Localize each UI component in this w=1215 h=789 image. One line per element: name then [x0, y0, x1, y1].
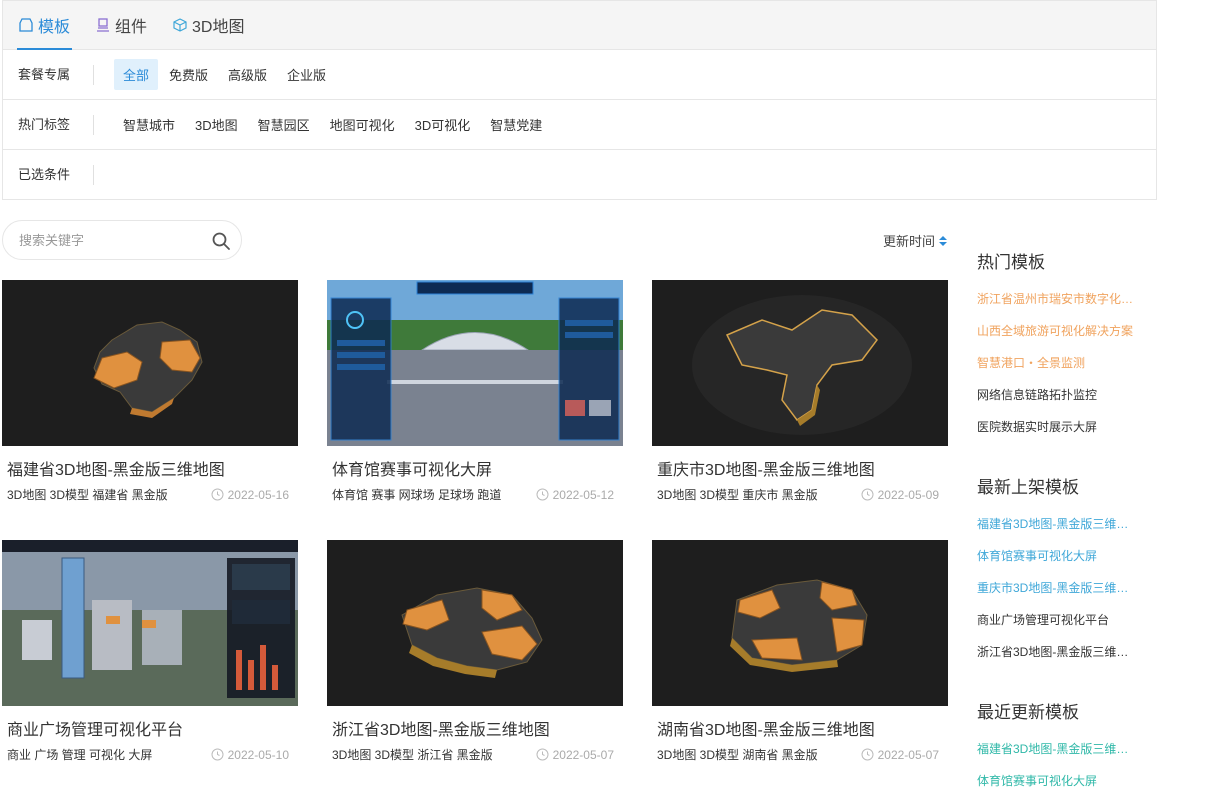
- template-card[interactable]: 湖南省3D地图-黑金版三维地图 3D地图 3D模型 湖南省 黑金版 2022-0…: [652, 540, 948, 763]
- card-title: 浙江省3D地图-黑金版三维地图: [332, 722, 550, 739]
- card-date: 2022-05-09: [877, 487, 939, 502]
- template-card[interactable]: 商业广场管理可视化平台 商业 广场 管理 可视化 大屏 2022-05-10: [2, 540, 298, 763]
- template-card[interactable]: 福建省3D地图-黑金版三维地图 3D地图 3D模型 福建省 黑金版 2022-0…: [2, 280, 298, 503]
- package-option-all[interactable]: 全部: [114, 59, 159, 90]
- sidebar: 热门模板 浙江省温州市瑞安市数字化大屏 山西全域旅游可视化解决方案 智慧港口・全…: [977, 248, 1207, 789]
- latest-templates-title: 最新上架模板: [977, 478, 1079, 497]
- recent-updated-title: 最近更新模板: [977, 703, 1079, 722]
- card-title: 福建省3D地图-黑金版三维地图: [7, 462, 225, 479]
- search-input[interactable]: [19, 232, 199, 248]
- latest-template-item[interactable]: 重庆市3D地图-黑金版三维地图: [977, 572, 1137, 604]
- tab-3d-map-label: 3D地图: [192, 19, 245, 36]
- card-date: 2022-05-07: [877, 747, 939, 762]
- template-card[interactable]: 重庆市3D地图-黑金版三维地图 3D地图 3D模型 重庆市 黑金版 2022-0…: [652, 280, 948, 503]
- card-thumbnail: [652, 280, 948, 446]
- card-title: 商业广场管理可视化平台: [7, 722, 184, 739]
- card-title: 重庆市3D地图-黑金版三维地图: [657, 462, 875, 479]
- latest-template-item[interactable]: 福建省3D地图-黑金版三维地图: [977, 508, 1137, 540]
- tag-map-visualization[interactable]: 地图可视化: [321, 109, 404, 140]
- card-date: 2022-05-10: [227, 747, 289, 762]
- tag-smart-city[interactable]: 智慧城市: [114, 109, 184, 140]
- latest-template-item[interactable]: 体育馆赛事可视化大屏: [977, 540, 1137, 572]
- filter-row-package: 套餐专属 全部 免费版 高级版 企业版: [3, 50, 1156, 100]
- hot-templates-title: 热门模板: [977, 253, 1045, 272]
- package-option-free[interactable]: 免费版: [160, 59, 217, 90]
- card-thumbnail: [652, 540, 948, 706]
- tab-component[interactable]: 组件: [94, 1, 149, 49]
- card-tags: 3D地图 3D模型 浙江省 黑金版: [332, 748, 493, 762]
- latest-templates-section: 最新上架模板 福建省3D地图-黑金版三维地图 体育馆赛事可视化大屏 重庆市3D地…: [977, 473, 1207, 668]
- component-icon: [97, 18, 110, 32]
- package-label: 套餐专属: [18, 64, 94, 85]
- tab-component-label: 组件: [115, 19, 148, 36]
- latest-template-item[interactable]: 商业广场管理可视化平台: [977, 604, 1137, 636]
- search-icon[interactable]: [211, 231, 231, 251]
- clock-icon: [861, 488, 874, 501]
- card-tags: 3D地图 3D模型 湖南省 黑金版: [657, 748, 818, 762]
- hot-tags-label: 热门标签: [18, 114, 94, 135]
- selected-conditions-label: 已选条件: [18, 165, 94, 185]
- card-title: 体育馆赛事可视化大屏: [332, 462, 493, 479]
- latest-template-item[interactable]: 浙江省3D地图-黑金版三维地图: [977, 636, 1137, 668]
- recent-template-item[interactable]: 福建省3D地图-黑金版三维地图: [977, 733, 1137, 765]
- card-date: 2022-05-07: [552, 747, 614, 762]
- clock-icon: [536, 488, 549, 501]
- hot-template-item[interactable]: 浙江省温州市瑞安市数字化大屏: [977, 283, 1137, 315]
- hot-template-item[interactable]: 网络信息链路拓扑监控: [977, 379, 1137, 411]
- card-title: 湖南省3D地图-黑金版三维地图: [657, 722, 875, 739]
- tag-smart-party[interactable]: 智慧党建: [481, 109, 551, 140]
- card-date: 2022-05-16: [227, 487, 289, 502]
- template-icon: [19, 18, 33, 32]
- recent-updated-section: 最近更新模板 福建省3D地图-黑金版三维地图 体育馆赛事可视化大屏: [977, 698, 1207, 789]
- tag-3d-map[interactable]: 3D地图: [186, 109, 247, 140]
- package-option-enterprise[interactable]: 企业版: [278, 59, 335, 90]
- card-tags: 3D地图 3D模型 福建省 黑金版: [7, 488, 168, 502]
- card-thumbnail: [2, 280, 298, 446]
- clock-icon: [861, 748, 874, 761]
- card-tags: 3D地图 3D模型 重庆市 黑金版: [657, 488, 818, 502]
- sort-arrows-icon: [939, 235, 947, 246]
- category-tabs: 模板 组件 3D地图: [3, 1, 1156, 50]
- clock-icon: [211, 488, 224, 501]
- tag-smart-park[interactable]: 智慧园区: [249, 109, 319, 140]
- card-tags: 体育馆 赛事 网球场 足球场 跑道: [332, 488, 502, 502]
- sort-by-update-time[interactable]: 更新时间: [883, 231, 947, 250]
- hot-template-item[interactable]: 山西全域旅游可视化解决方案: [977, 315, 1137, 347]
- hot-template-item[interactable]: 智慧港口・全景监测: [977, 347, 1137, 379]
- tag-3d-visualization[interactable]: 3D可视化: [406, 109, 480, 140]
- card-tags: 商业 广场 管理 可视化 大屏: [7, 748, 153, 762]
- template-card[interactable]: 体育馆赛事可视化大屏 体育馆 赛事 网球场 足球场 跑道 2022-05-12: [327, 280, 623, 503]
- recent-template-item[interactable]: 体育馆赛事可视化大屏: [977, 765, 1137, 789]
- filter-panel: 模板 组件 3D地图 套餐专属 全部 免费版 高级版 企业版 热门标签 智慧城市…: [2, 0, 1157, 200]
- cube-icon: [173, 18, 187, 32]
- card-thumbnail: [327, 280, 623, 446]
- hot-templates-section: 热门模板 浙江省温州市瑞安市数字化大屏 山西全域旅游可视化解决方案 智慧港口・全…: [977, 248, 1207, 443]
- tab-template-label: 模板: [38, 19, 71, 36]
- card-thumbnail: [327, 540, 623, 706]
- card-thumbnail: [2, 540, 298, 706]
- tab-template[interactable]: 模板: [17, 1, 73, 50]
- tab-3d-map[interactable]: 3D地图: [171, 1, 246, 49]
- search-box: [2, 220, 242, 260]
- hot-template-item[interactable]: 医院数据实时展示大屏: [977, 411, 1137, 443]
- clock-icon: [211, 748, 224, 761]
- clock-icon: [536, 748, 549, 761]
- card-date: 2022-05-12: [552, 487, 614, 502]
- template-card[interactable]: 浙江省3D地图-黑金版三维地图 3D地图 3D模型 浙江省 黑金版 2022-0…: [327, 540, 623, 763]
- filter-row-selected: 已选条件: [3, 150, 1156, 200]
- package-option-advanced[interactable]: 高级版: [219, 59, 276, 90]
- filter-row-hot-tags: 热门标签 智慧城市 3D地图 智慧园区 地图可视化 3D可视化 智慧党建: [3, 100, 1156, 150]
- sort-label: 更新时间: [882, 234, 935, 249]
